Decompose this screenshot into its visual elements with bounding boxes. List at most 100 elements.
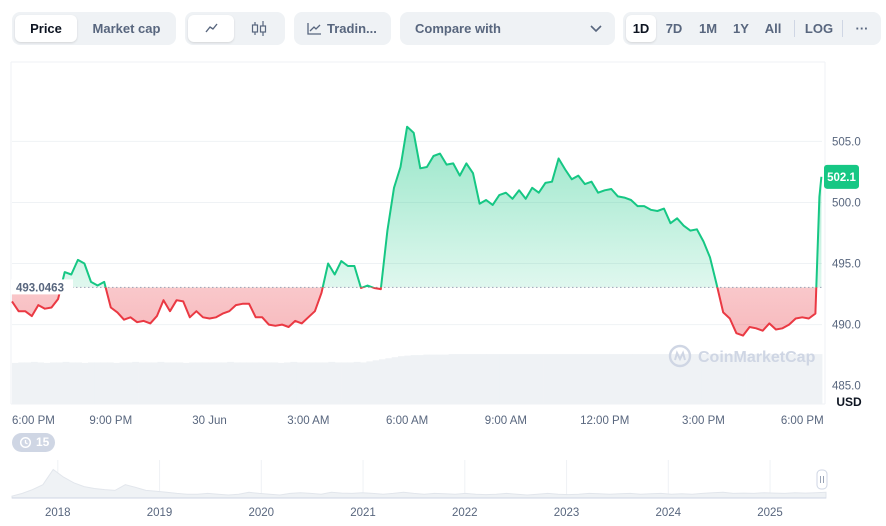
volume-bar (587, 354, 595, 404)
volume-bar (246, 362, 253, 404)
baseline-value: 493.0463 (16, 282, 64, 294)
y-tick-label: 505.0 (832, 136, 861, 148)
history-icon (19, 436, 32, 449)
x-tick-label: 12:00 PM (580, 415, 629, 427)
volume-bar (606, 354, 614, 404)
volume-bar (461, 354, 469, 404)
navigator-handle[interactable] (816, 469, 828, 490)
volume-bar (189, 362, 196, 404)
y-tick-label: 495.0 (832, 259, 861, 271)
volume-bar (163, 362, 171, 404)
volume-bar (575, 354, 582, 404)
volume-bar (106, 362, 114, 404)
volume-bar (537, 354, 544, 404)
y-tick-label: 485.0 (832, 381, 861, 393)
current-price-label: 502.1 (824, 164, 859, 189)
volume-bar (366, 361, 374, 404)
volume-bar (442, 354, 450, 404)
x-tick-label: 9:00 AM (485, 415, 527, 427)
navigator-year-label: 2021 (350, 507, 376, 519)
volume-bar (562, 354, 570, 404)
volume-bar (265, 362, 272, 404)
navigator-year-label: 2020 (248, 507, 274, 519)
volume-bar (296, 362, 304, 404)
x-tick-label: 6:00 PM (781, 415, 824, 427)
x-tick-label: 30 Jun (192, 415, 227, 427)
volume-bar (353, 361, 361, 404)
volume-bar (556, 354, 563, 404)
volume-bar (467, 354, 475, 404)
volume-bar (341, 362, 348, 404)
volume-bar (543, 354, 551, 404)
volume-bar (360, 362, 367, 404)
current-price-value: 502.1 (827, 172, 856, 184)
volume-bar (505, 354, 513, 404)
volume-bar (613, 354, 620, 404)
volume-bar (49, 362, 57, 404)
volume-bar (100, 362, 108, 404)
volume-bar (176, 362, 184, 404)
volume-bar (309, 362, 317, 404)
navigator-year-label: 2025 (757, 507, 783, 519)
volume-bar (81, 362, 89, 404)
volume-bar (43, 362, 51, 404)
volume-bar (480, 354, 488, 404)
volume-bar (454, 354, 462, 404)
volume-bar (132, 361, 139, 404)
restore-button[interactable]: 15 (12, 433, 55, 452)
volume-bar (676, 354, 684, 404)
volume-bar (347, 362, 355, 404)
volume-bar (511, 354, 519, 404)
volume-bar (404, 355, 412, 404)
volume-bar (258, 362, 266, 404)
volume-bar (638, 354, 646, 404)
volume-bar (227, 361, 234, 404)
volume-bar (157, 361, 165, 404)
volume-bar (644, 354, 652, 404)
volume-bar (657, 354, 665, 404)
volume-bar (473, 354, 481, 404)
x-axis: 6:00 PM 9:00 PM 30 Jun 3:00 AM 6:00 AM 9:00 A… (12, 415, 824, 427)
navigator-axis: 2018 2019 2020 2021 2022 2023 2024 2025 (45, 507, 783, 519)
volume-bar (651, 354, 658, 404)
volume-bar (689, 354, 696, 404)
volume-bar (303, 362, 310, 404)
volume-bar (568, 354, 576, 404)
volume-bar (423, 354, 431, 404)
volume-bar (334, 362, 342, 404)
volume-bar (549, 354, 557, 404)
volume-bar (290, 361, 298, 404)
range-navigator[interactable] (11, 460, 828, 499)
volume-bar (24, 362, 32, 404)
volume-bar (581, 354, 589, 404)
navigator-year-label: 2022 (452, 507, 478, 519)
restore-count: 15 (36, 435, 50, 449)
volume-bar (87, 362, 95, 404)
volume-bar (429, 354, 437, 404)
volume-bar (372, 360, 380, 404)
volume-bar (518, 354, 525, 404)
volume-bar (492, 354, 500, 404)
volume-bar (448, 354, 456, 404)
volume-bar (138, 362, 146, 404)
volume-bar (233, 362, 241, 404)
volume-bar (195, 362, 203, 404)
volume-bar (524, 354, 532, 404)
volume-bar (119, 362, 127, 404)
volume-bar (417, 355, 424, 404)
volume-bar (18, 362, 26, 404)
volume-bar (530, 354, 538, 404)
volume-bar (214, 362, 222, 404)
volume-bar (600, 354, 608, 404)
volume-bar (410, 355, 418, 404)
volume-bar (486, 354, 494, 404)
volume-bar (125, 362, 133, 404)
y-tick-label: 490.0 (832, 320, 861, 332)
navigator-year-label: 2024 (655, 507, 681, 519)
navigator-year-label: 2018 (45, 507, 71, 519)
volume-bar (62, 361, 70, 404)
y-tick-label: 500.0 (832, 197, 861, 209)
navigator-year-label: 2019 (147, 507, 173, 519)
x-tick-label: 6:00 AM (386, 415, 428, 427)
volume-bar (12, 362, 19, 404)
